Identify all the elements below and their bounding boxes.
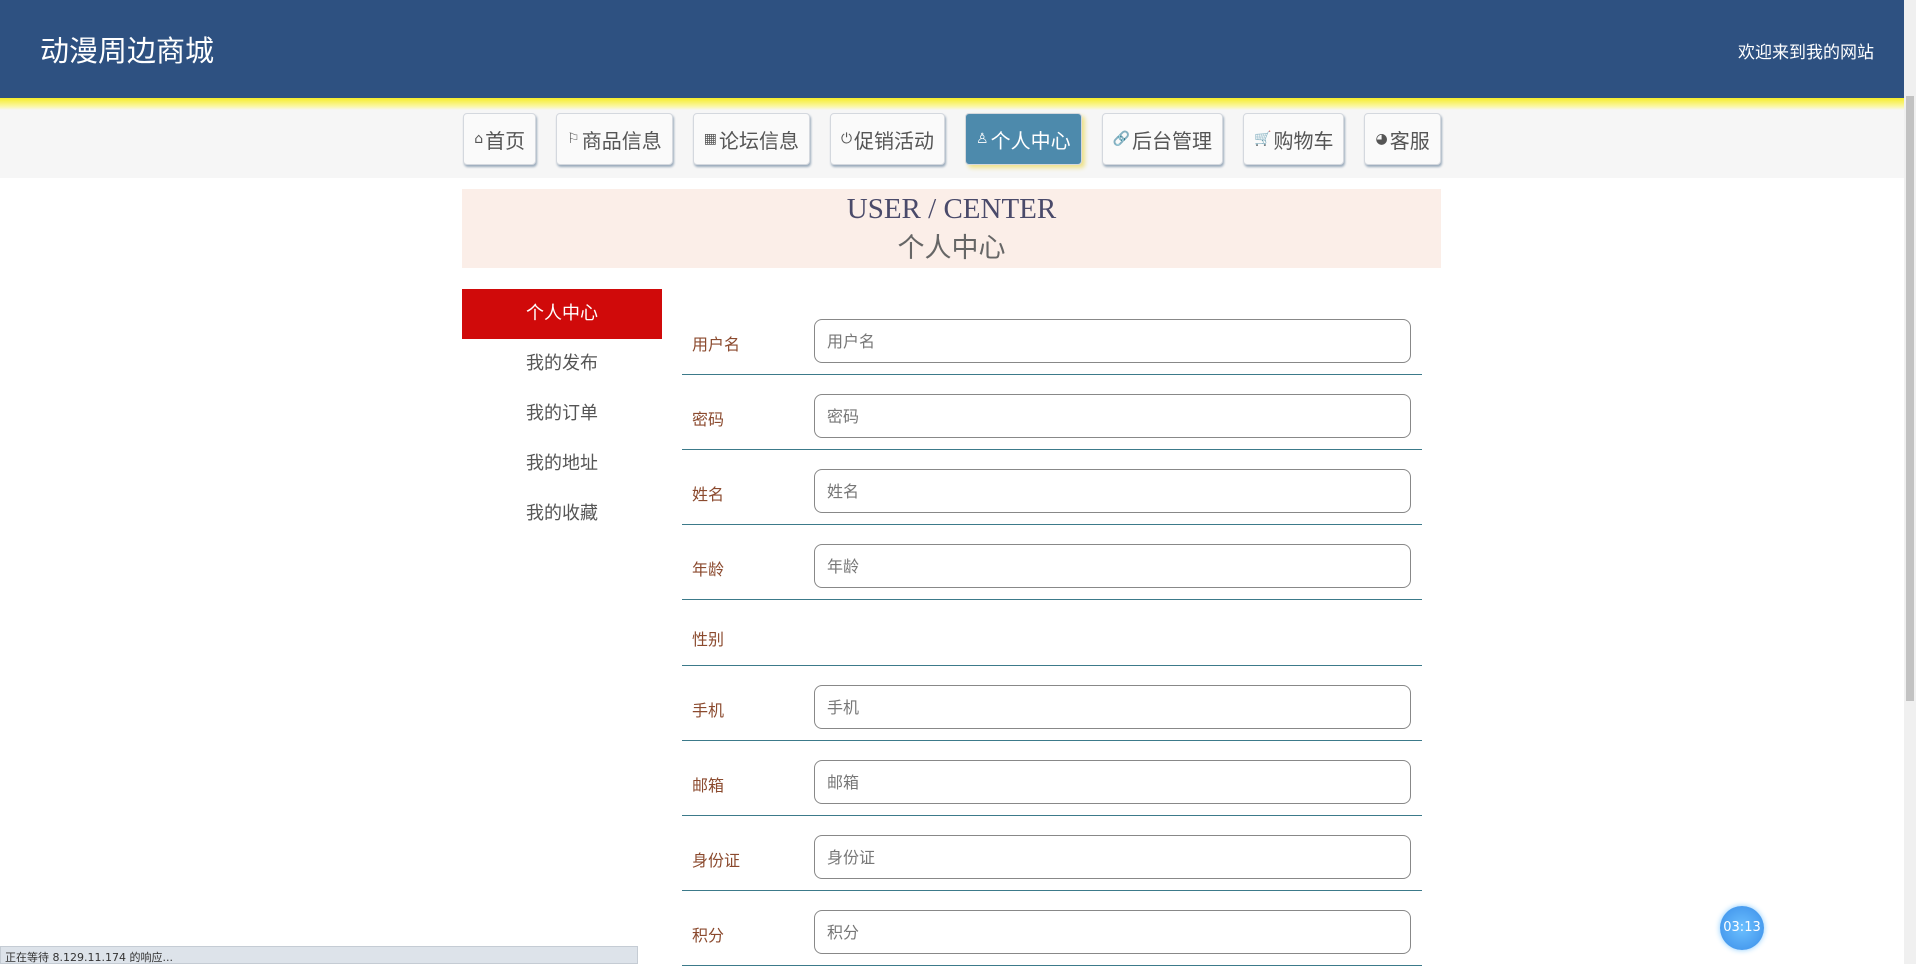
flag-icon: ⚐ (567, 131, 580, 147)
nav-label: 论坛信息 (718, 128, 799, 153)
form-row: 姓名 (682, 450, 1422, 525)
welcome-text: 欢迎来到我的网站 (1738, 43, 1874, 63)
sidebar-item[interactable]: 个人中心 (462, 289, 662, 339)
sidebar-item[interactable]: 我的订单 (462, 389, 662, 439)
field-label: 密码 (692, 410, 725, 429)
nav-cart-button[interactable]: 🛒 购物车 (1243, 113, 1345, 165)
status-bar: 正在等待 8.129.11.174 的响应... (0, 946, 638, 964)
scrollbar-thumb[interactable] (1906, 96, 1914, 701)
field-label: 性别 (692, 630, 725, 649)
nav-link-button[interactable]: 🔗 后台管理 (1101, 113, 1224, 165)
field-label: 年龄 (692, 560, 725, 579)
nav-label: 个人中心 (990, 128, 1071, 153)
profile-form: 用户名密码姓名年龄性别手机邮箱身份证积分 (682, 300, 1422, 966)
main-nav: ⌂ 首页 ⚐ 商品信息 ▦ 论坛信息 ⏻ 促销活动 ♙ 个人中心 🔗 后台管理 🛒 购物车 ◕ 客服 (0, 110, 1904, 178)
form-row: 性别 (682, 600, 1422, 666)
field-input[interactable] (814, 394, 1411, 438)
power-icon: ⏻ (840, 131, 853, 147)
banner-title-cn: 个人中心 (897, 233, 1006, 263)
field-label: 用户名 (692, 335, 741, 354)
nav-flag-button[interactable]: ⚐ 商品信息 (556, 113, 673, 165)
sidebar-item[interactable]: 我的收藏 (462, 489, 662, 539)
grid-icon: ▦ (703, 131, 717, 147)
nav-label: 商品信息 (581, 128, 662, 153)
page-banner: USER / CENTER 个人中心 (462, 189, 1441, 268)
sidebar: 个人中心 我的发布 我的订单 我的地址 我的收藏 (462, 289, 662, 539)
nav-chat-button[interactable]: ◕ 客服 (1364, 113, 1441, 165)
banner-title-en: USER / CENTER (846, 193, 1057, 225)
field-input[interactable] (814, 910, 1411, 954)
sidebar-item[interactable]: 我的发布 (462, 339, 662, 389)
nav-user-button[interactable]: ♙ 个人中心 (965, 113, 1082, 165)
nav-label: 后台管理 (1132, 128, 1213, 153)
sidebar-item[interactable]: 我的地址 (462, 439, 662, 489)
field-label: 积分 (692, 926, 725, 945)
nav-power-button[interactable]: ⏻ 促销活动 (829, 113, 946, 165)
form-row: 年龄 (682, 525, 1422, 600)
form-row: 密码 (682, 375, 1422, 450)
nav-label: 客服 (1389, 128, 1430, 153)
chat-icon: ◕ (1375, 131, 1388, 147)
form-row: 手机 (682, 666, 1422, 741)
nav-home-button[interactable]: ⌂ 首页 (463, 113, 537, 165)
field-label: 姓名 (692, 485, 725, 504)
home-icon: ⌂ (474, 131, 484, 147)
form-row: 用户名 (682, 300, 1422, 375)
field-input[interactable] (814, 319, 1411, 363)
field-input[interactable] (814, 544, 1411, 588)
nav-label: 首页 (485, 128, 526, 153)
field-input[interactable] (814, 685, 1411, 729)
user-icon: ♙ (976, 131, 989, 147)
site-brand: 动漫周边商城 (40, 34, 215, 68)
form-row: 身份证 (682, 816, 1422, 891)
form-row: 积分 (682, 891, 1422, 966)
field-input[interactable] (814, 835, 1411, 879)
link-icon: 🔗 (1112, 131, 1131, 147)
timer-badge[interactable]: 03:13 (1720, 906, 1764, 950)
form-row: 邮箱 (682, 741, 1422, 816)
header: 动漫周边商城 欢迎来到我的网站 (0, 0, 1904, 98)
field-input[interactable] (814, 760, 1411, 804)
nav-label: 购物车 (1273, 128, 1334, 153)
field-label: 邮箱 (692, 776, 725, 795)
cart-icon: 🛒 (1254, 131, 1272, 147)
nav-label: 促销活动 (854, 128, 935, 153)
field-label: 手机 (692, 701, 725, 720)
nav-grid-button[interactable]: ▦ 论坛信息 (692, 113, 810, 165)
scrollbar[interactable] (1904, 0, 1916, 964)
divider (0, 98, 1904, 110)
field-label: 身份证 (692, 851, 741, 870)
field-input[interactable] (814, 469, 1411, 513)
